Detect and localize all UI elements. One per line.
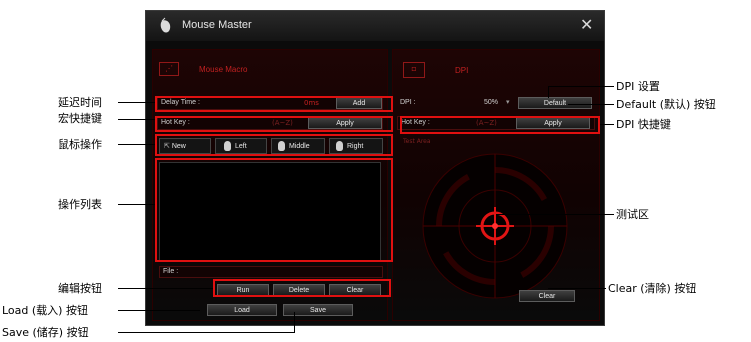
default-button[interactable]: Default [518, 97, 592, 109]
leader-default [568, 104, 614, 105]
dpi-dropdown-icon[interactable]: ▾ [506, 98, 510, 106]
highlight-delay [155, 96, 393, 112]
dpi-panel: ▫ DPI DPI : 50% ▾ Default Hot Key : (A~Z… [392, 49, 600, 321]
macro-icon: ⋰ [159, 62, 179, 76]
clear-dpi-button[interactable]: Clear [519, 290, 575, 302]
annot-edit-buttons: 编辑按钮 [58, 282, 102, 295]
mouse-logo-icon [160, 17, 171, 33]
dpi-row: DPI : 50% ▾ Default [397, 96, 597, 110]
annot-op-list: 操作列表 [58, 198, 102, 211]
title-bar: Mouse Master ✕ [146, 11, 604, 41]
highlight-dpi-hotkey [400, 116, 600, 134]
leader-dpi-v [548, 86, 549, 98]
highlight-edit-buttons [213, 279, 391, 297]
leader-mouse-ops [118, 144, 155, 145]
leader-test [496, 214, 614, 215]
highlight-hotkey [155, 116, 393, 132]
leader-dpi [548, 86, 614, 87]
leader-hotkey [118, 119, 155, 120]
close-icon[interactable]: ✕ [580, 15, 593, 34]
annot-dpi-hotkey: DPI 快捷键 [616, 118, 671, 131]
annot-test-area: 测试区 [616, 208, 649, 221]
annot-dpi-setting: DPI 设置 [616, 80, 660, 93]
file-label: File : [163, 268, 179, 275]
leader-clear [548, 288, 606, 289]
annot-hotkey: 宏快捷键 [58, 112, 102, 125]
leader-edit [118, 288, 213, 289]
dpi-heading: DPI [455, 66, 469, 75]
annot-clear: Clear (清除) 按钮 [608, 282, 697, 295]
app-title: Mouse Master [182, 19, 252, 31]
leader-load [118, 310, 200, 311]
annot-mouse-ops: 鼠标操作 [58, 138, 102, 151]
annot-delay: 延迟时间 [58, 96, 102, 109]
dpi-icon: ▫ [403, 62, 425, 78]
highlight-mouse-ops [155, 134, 393, 156]
highlight-action-list [155, 158, 393, 262]
annot-default: Default (默认) 按钮 [616, 98, 716, 111]
dpi-value-select[interactable]: 50% [484, 99, 498, 106]
file-row: File : [159, 266, 383, 278]
annot-load: Load (载入) 按钮 [2, 304, 88, 317]
leader-save-v [294, 312, 295, 333]
annot-save: Save (储存) 按钮 [2, 326, 89, 339]
leader-delay [118, 102, 155, 103]
test-area[interactable] [415, 146, 575, 306]
load-button[interactable]: Load [207, 304, 277, 316]
dpi-label: DPI : [400, 99, 416, 106]
leader-op-list [118, 204, 155, 205]
leader-dpi-hotkey [600, 124, 614, 125]
test-area-label: Test Area [403, 138, 431, 145]
leader-save [118, 332, 294, 333]
macro-heading: Mouse Macro [199, 65, 248, 74]
